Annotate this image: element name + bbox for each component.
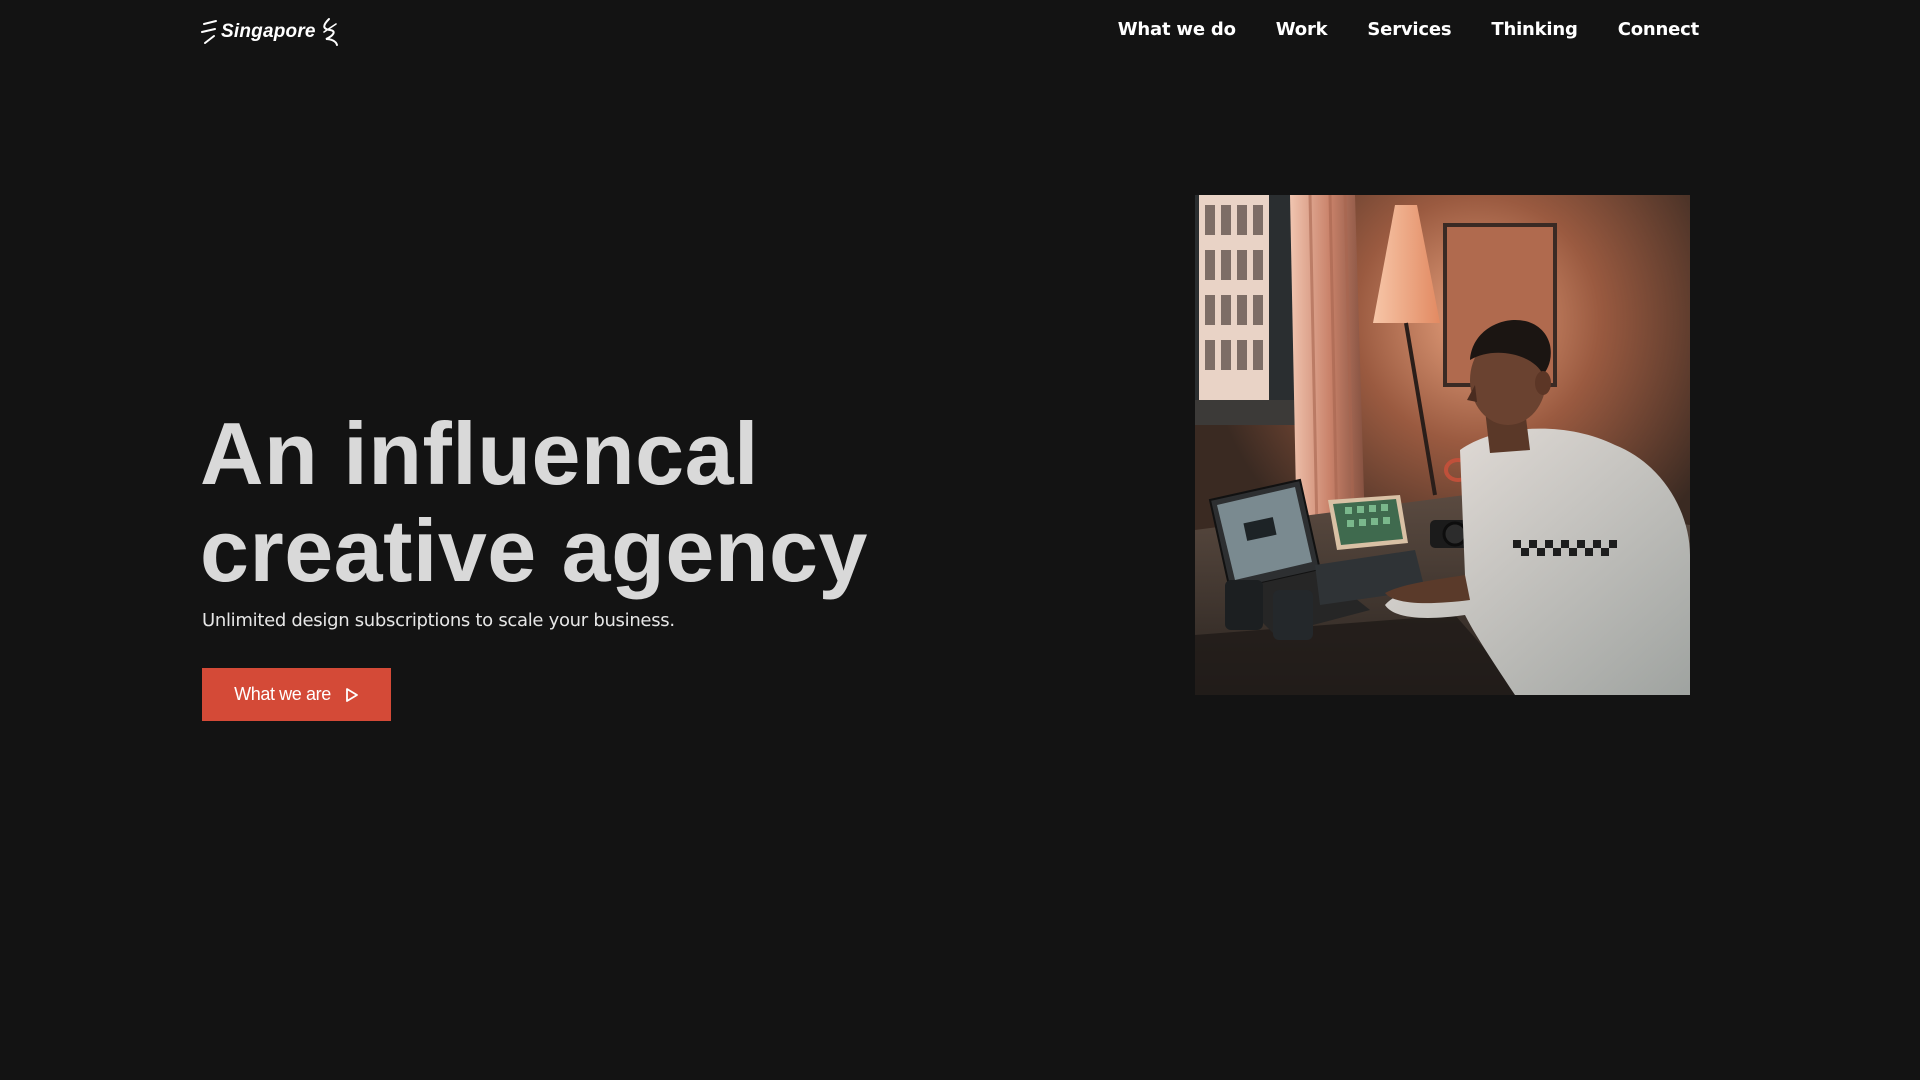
logo[interactable]: Singapore xyxy=(201,16,340,48)
logo-right-mark-icon xyxy=(322,18,338,46)
hero-title-line-1: An influencal xyxy=(200,404,759,503)
hero-photo xyxy=(1195,195,1690,695)
nav-item-what-we-do[interactable]: What we do xyxy=(1118,18,1236,42)
nav-item-connect[interactable]: Connect xyxy=(1618,18,1699,42)
nav-item-services[interactable]: Services xyxy=(1367,18,1451,42)
main-nav: What we do Work Services Thinking Connec… xyxy=(1078,18,1699,42)
nav-item-work[interactable]: Work xyxy=(1276,18,1328,42)
nav-item-thinking[interactable]: Thinking xyxy=(1491,18,1578,42)
person-at-desk-photo xyxy=(1195,195,1690,695)
hero-subtitle: Unlimited design subscriptions to scale … xyxy=(202,610,675,631)
hero-title: An influencal creative agency xyxy=(200,405,960,599)
logo-text: Singapore xyxy=(221,21,316,42)
logo-left-mark-icon xyxy=(201,20,217,44)
hero-title-line-2: creative agency xyxy=(200,501,868,600)
play-outline-icon xyxy=(345,687,358,702)
cta-label: What we are xyxy=(234,684,331,704)
what-we-are-button[interactable]: What we are xyxy=(202,668,391,721)
site-header: Singapore What we do Work Services Think… xyxy=(0,0,1920,62)
